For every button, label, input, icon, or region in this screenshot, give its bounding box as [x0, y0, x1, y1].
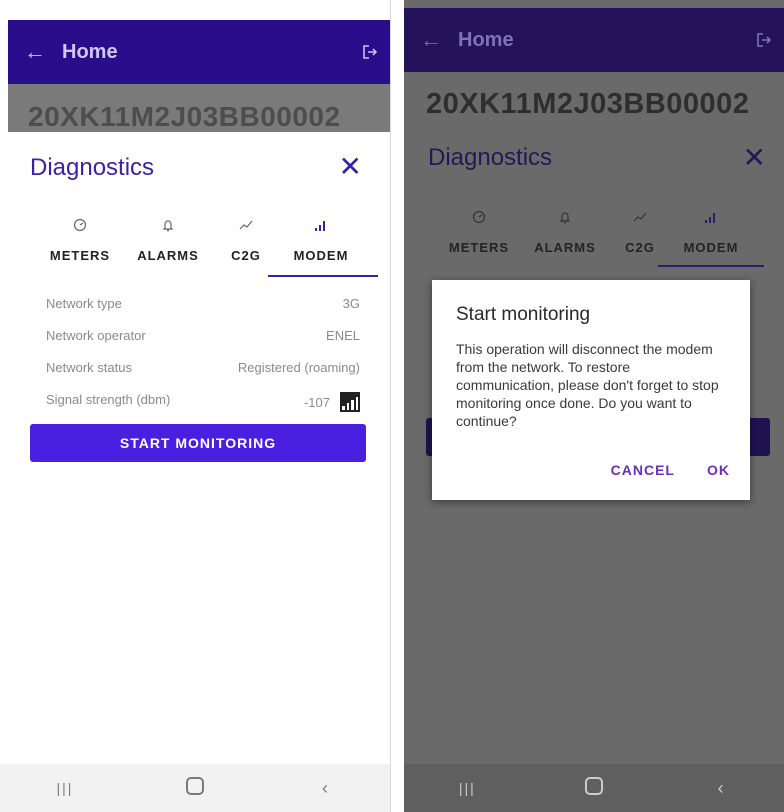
- close-icon[interactable]: ✕: [339, 150, 362, 183]
- tab-meters[interactable]: METERS: [40, 214, 120, 263]
- panel-title: Diagnostics: [428, 144, 553, 171]
- signal-icon: [704, 206, 718, 228]
- trend-icon: [633, 206, 647, 228]
- close-icon[interactable]: ✕: [743, 141, 766, 174]
- bell-icon: [161, 214, 175, 236]
- network-status-row: Network status Registered (roaming): [46, 360, 360, 375]
- logout-icon[interactable]: [744, 32, 784, 48]
- signal-strength-row: Signal strength (dbm) -107: [46, 392, 360, 412]
- tab-label: METERS: [448, 240, 510, 255]
- tab-alarms[interactable]: ALARMS: [120, 214, 216, 263]
- dialog-title: Start monitoring: [456, 304, 591, 325]
- tab-label: ALARMS: [534, 240, 596, 255]
- gauge-icon: [73, 214, 87, 236]
- home-icon[interactable]: [165, 776, 225, 800]
- field-label: Network status: [46, 360, 132, 375]
- dialog-actions: CANCEL OK: [611, 462, 730, 478]
- ok-button[interactable]: OK: [707, 462, 730, 478]
- signal-strength-icon: [340, 392, 360, 412]
- system-nav-bar: ||| ‹: [404, 764, 784, 812]
- field-value-wrap: -107: [304, 392, 360, 412]
- tab-c2g[interactable]: C2G: [216, 214, 276, 263]
- field-value: 3G: [342, 296, 360, 311]
- tab-label: C2G: [231, 248, 261, 263]
- network-operator-row: Network operator ENEL: [46, 328, 360, 343]
- arrow-left-icon[interactable]: ←: [8, 39, 62, 65]
- app-bar: ← Home: [8, 20, 390, 84]
- left-phone-screen: ← Home 20XK11M2J03BB00002 Diagnostics ✕ …: [0, 0, 391, 812]
- arrow-left-icon[interactable]: ←: [404, 27, 458, 53]
- bell-icon: [558, 206, 572, 228]
- tab-c2g[interactable]: C2G: [612, 206, 668, 255]
- app-bar: ← Home: [404, 8, 784, 72]
- system-nav-bar: ||| ‹: [0, 764, 390, 812]
- tab-modem[interactable]: MODEM: [268, 214, 378, 277]
- device-serial: 20XK11M2J03BB00002: [8, 84, 390, 132]
- tab-label: C2G: [625, 240, 655, 255]
- nav-back-icon[interactable]: ‹: [691, 778, 751, 799]
- diagnostics-tabs: METERS ALARMS C2G MODEM: [440, 206, 764, 267]
- diagnostics-tabs: METERS ALARMS C2G MODEM: [40, 214, 378, 277]
- device-serial: 20XK11M2J03BB00002: [426, 88, 750, 120]
- field-value: ENEL: [326, 328, 360, 343]
- tab-label: MODEM: [683, 240, 739, 255]
- tab-label: METERS: [49, 248, 111, 263]
- network-type-row: Network type 3G: [46, 296, 360, 311]
- panel-title: Diagnostics: [30, 154, 155, 181]
- field-label: Network type: [46, 296, 122, 311]
- dialog-message: This operation will disconnect the modem…: [456, 341, 719, 429]
- tab-meters[interactable]: METERS: [440, 206, 518, 255]
- nav-back-icon[interactable]: ‹: [295, 778, 355, 799]
- tab-modem[interactable]: MODEM: [658, 206, 764, 267]
- field-label: Network operator: [46, 328, 146, 343]
- recents-icon[interactable]: |||: [35, 780, 95, 796]
- logout-icon[interactable]: [350, 44, 390, 60]
- field-label: Signal strength (dbm): [46, 392, 171, 407]
- confirm-dialog: Start monitoring This operation will dis…: [432, 280, 750, 500]
- tab-label: ALARMS: [137, 248, 199, 263]
- trend-icon: [239, 214, 253, 236]
- cancel-button[interactable]: CANCEL: [611, 462, 675, 478]
- gauge-icon: [472, 206, 486, 228]
- field-value: Registered (roaming): [237, 360, 360, 375]
- signal-icon: [314, 214, 328, 236]
- right-phone-screen: ← Home 20XK11M2J03BB00002 Diagnostics ✕ …: [404, 0, 784, 812]
- tab-alarms[interactable]: ALARMS: [518, 206, 612, 255]
- app-bar-title: Home: [458, 28, 514, 51]
- tab-label: MODEM: [293, 248, 349, 263]
- start-monitoring-button[interactable]: START MONITORING: [30, 424, 366, 462]
- home-icon[interactable]: [564, 776, 624, 800]
- app-bar-title: Home: [62, 40, 118, 63]
- recents-icon[interactable]: |||: [437, 780, 497, 796]
- field-value: -107: [303, 394, 330, 410]
